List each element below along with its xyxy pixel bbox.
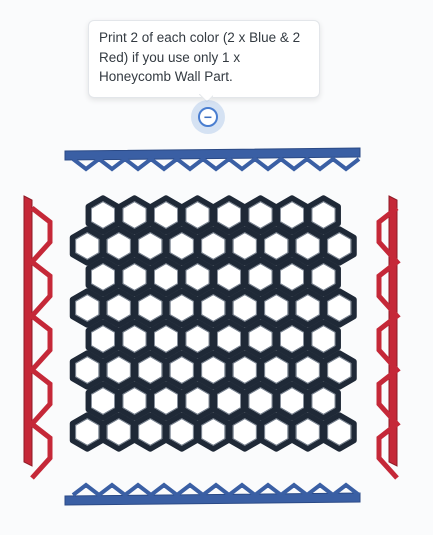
honeycomb-cell (274, 257, 310, 297)
honeycomb-cell (306, 195, 341, 235)
honeycomb-cell (274, 195, 310, 235)
honeycomb-cell (227, 288, 263, 328)
honeycomb-cell (290, 350, 326, 390)
honeycomb-cell (258, 226, 294, 266)
honeycomb-cell (101, 226, 137, 266)
honeycomb-cell (132, 226, 168, 266)
honeycomb-cell (211, 319, 247, 359)
blue-edge-part-bottom[interactable] (64, 482, 361, 506)
honeycomb-cell (85, 319, 121, 359)
honeycomb-cell (101, 288, 137, 328)
honeycomb-cell (148, 195, 184, 235)
honeycomb-cell (132, 288, 168, 328)
honeycomb-cell (243, 381, 278, 421)
honeycomb-cell (258, 412, 294, 452)
red-rail-teeth (28, 206, 53, 480)
honeycomb-cell (195, 226, 231, 266)
honeycomb-cell (321, 288, 357, 328)
honeycomb-cell (243, 195, 278, 235)
red-edge-part-right[interactable] (376, 195, 401, 480)
honeycomb-cell (274, 319, 310, 359)
blue-edge-part-top[interactable] (64, 147, 361, 172)
honeycomb-cell (258, 288, 294, 328)
honeycomb-cell (227, 226, 263, 266)
honeycomb-wall-part[interactable] (69, 195, 357, 452)
honeycomb-cell (321, 226, 357, 266)
honeycomb-cell (101, 412, 137, 452)
red-edge-part-left[interactable] (23, 195, 53, 480)
honeycomb-cell (164, 226, 200, 266)
blue-rail-teeth (71, 156, 361, 172)
blue-rail-bar (64, 492, 361, 506)
honeycomb-cell (211, 195, 247, 235)
honeycomb-cell (69, 350, 105, 390)
honeycomb-cell (117, 381, 152, 421)
annotation-tooltip: Print 2 of each color (2 x Blue & 2 Red)… (88, 20, 320, 98)
honeycomb-cell (211, 381, 247, 421)
honeycomb-cell (85, 257, 121, 297)
honeycomb-cell (227, 350, 263, 390)
honeycomb-cell (290, 288, 326, 328)
honeycomb-cell (180, 257, 215, 297)
blue-rail-bar (64, 147, 361, 161)
honeycomb-cell (180, 195, 215, 235)
honeycomb-cell (69, 226, 105, 266)
honeycomb-cell (85, 195, 121, 235)
honeycomb-cell (117, 257, 152, 297)
honeycomb-cell (290, 226, 326, 266)
honeycomb-cell (132, 350, 168, 390)
honeycomb-cell (243, 319, 278, 359)
honeycomb-cell (274, 381, 310, 421)
honeycomb-cell (321, 412, 357, 452)
annotation-toggle-button[interactable]: − (191, 100, 225, 134)
honeycomb-cell (211, 257, 247, 297)
honeycomb-cell (195, 412, 231, 452)
honeycomb-cell (290, 412, 326, 452)
honeycomb-cell (180, 319, 215, 359)
honeycomb-cell (117, 319, 152, 359)
minus-circle-icon: − (198, 107, 218, 127)
honeycomb-cell (164, 412, 200, 452)
honeycomb-cell (306, 257, 341, 297)
honeycomb-cell (195, 350, 231, 390)
honeycomb-cell (148, 257, 184, 297)
honeycomb-cell (69, 412, 105, 452)
honeycomb-cell (180, 381, 215, 421)
honeycomb-cell (148, 381, 184, 421)
honeycomb-cell (195, 288, 231, 328)
honeycomb-cell (164, 350, 200, 390)
honeycomb-cell (321, 350, 357, 390)
honeycomb-cell (132, 412, 168, 452)
honeycomb-cell (101, 350, 137, 390)
honeycomb-cell (306, 381, 341, 421)
honeycomb-cell (243, 257, 278, 297)
honeycomb-cell (85, 381, 121, 421)
honeycomb-cell (164, 288, 200, 328)
honeycomb-cell (117, 195, 152, 235)
honeycomb-cell (306, 319, 341, 359)
honeycomb-cell (227, 412, 263, 452)
honeycomb-cell (148, 319, 184, 359)
honeycomb-cell (258, 350, 294, 390)
honeycomb-cell (69, 288, 105, 328)
